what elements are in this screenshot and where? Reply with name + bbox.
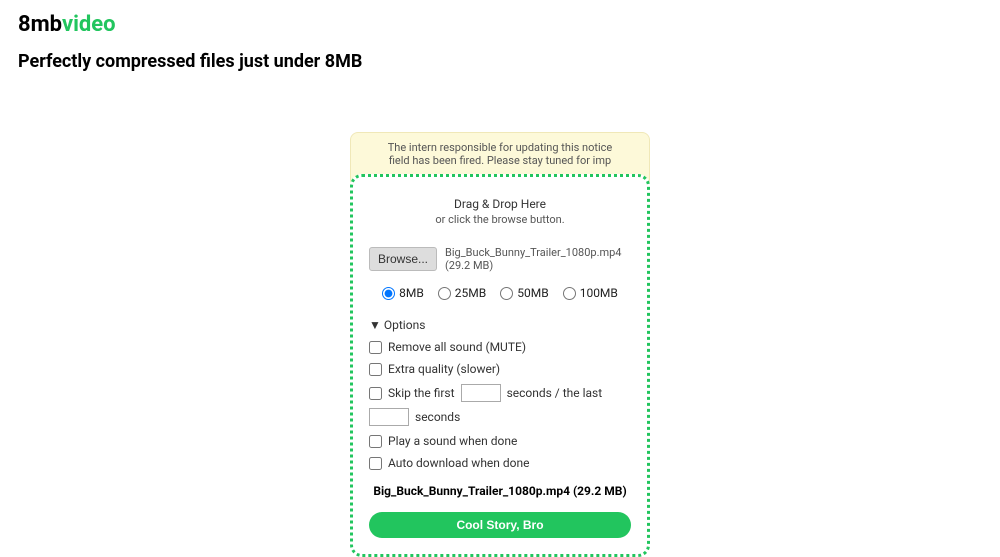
tagline: Perfectly compressed files just under 8M… [18, 51, 982, 72]
logo: 8mbvideo [18, 12, 982, 37]
option-auto-download[interactable]: Auto download when done [369, 456, 631, 470]
size-radio-group: 8MB 25MB 50MB 100MB [369, 286, 631, 300]
label-skip-prefix: Skip the first [388, 386, 455, 400]
size-radio-8mb[interactable] [382, 287, 395, 300]
option-play-sound[interactable]: Play a sound when done [369, 434, 631, 448]
size-label-50mb: 50MB [517, 286, 548, 300]
size-radio-25mb[interactable] [438, 287, 451, 300]
checkbox-mute[interactable] [369, 341, 382, 354]
size-label-100mb: 100MB [580, 286, 618, 300]
drop-instruction-2: or click the browse button. [369, 213, 631, 226]
chevron-down-icon: ▼ [369, 318, 381, 332]
size-label-8mb: 8MB [399, 286, 424, 300]
option-skip: Skip the first seconds / the last second… [369, 384, 631, 426]
options-toggle[interactable]: ▼Options [369, 318, 631, 332]
label-mute: Remove all sound (MUTE) [388, 340, 526, 354]
label-quality: Extra quality (slower) [388, 362, 500, 376]
dropzone[interactable]: Drag & Drop Here or click the browse but… [350, 174, 650, 557]
file-summary: Big_Buck_Bunny_Trailer_1080p.mp4 (29.2 M… [369, 484, 631, 498]
label-skip-suffix: seconds [415, 410, 460, 424]
checkbox-auto-download[interactable] [369, 457, 382, 470]
options-label: Options [384, 318, 426, 332]
size-option-100mb[interactable]: 100MB [563, 286, 618, 300]
logo-part2: video [62, 12, 116, 37]
option-quality[interactable]: Extra quality (slower) [369, 362, 631, 376]
checkbox-play-sound[interactable] [369, 435, 382, 448]
size-option-50mb[interactable]: 50MB [500, 286, 548, 300]
size-label-25mb: 25MB [455, 286, 486, 300]
label-play-sound: Play a sound when done [388, 434, 517, 448]
skip-last-input[interactable] [369, 408, 409, 426]
label-skip-mid: seconds / the last [507, 386, 603, 400]
size-option-25mb[interactable]: 25MB [438, 286, 486, 300]
drop-instruction-1: Drag & Drop Here [369, 197, 631, 211]
label-auto-download: Auto download when done [388, 456, 530, 470]
size-radio-50mb[interactable] [500, 287, 513, 300]
size-radio-100mb[interactable] [563, 287, 576, 300]
checkbox-skip[interactable] [369, 387, 382, 400]
size-option-8mb[interactable]: 8MB [382, 286, 424, 300]
browse-button[interactable]: Browse... [369, 247, 437, 271]
skip-first-input[interactable] [461, 384, 501, 402]
logo-part1: 8mb [18, 12, 62, 37]
submit-button[interactable]: Cool Story, Bro [369, 512, 631, 538]
selected-filename: Big_Buck_Bunny_Trailer_1080p.mp4 (29.2 M… [445, 246, 631, 272]
checkbox-quality[interactable] [369, 363, 382, 376]
option-mute[interactable]: Remove all sound (MUTE) [369, 340, 631, 354]
